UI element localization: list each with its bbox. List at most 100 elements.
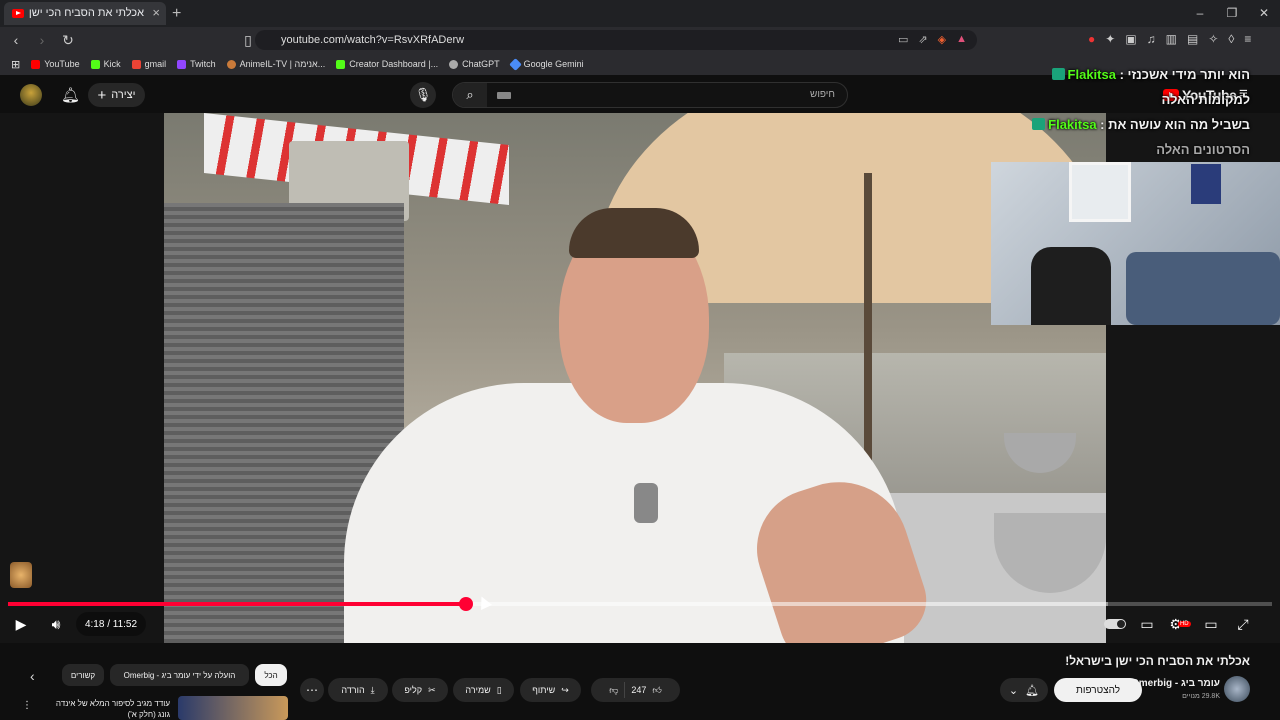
screenshot-icon[interactable]: ▣ (1125, 32, 1136, 46)
apps-grid-icon[interactable]: ⊞ (11, 58, 20, 71)
notifications-bell-icon[interactable]: 🔔︎ (61, 86, 80, 104)
window-controls: – ❐ ✕ (1184, 0, 1280, 27)
bookmark-animeil[interactable]: AnimeIL-TV | אנימה... (226, 59, 325, 69)
voice-search-icon[interactable]: 🎙︎ (410, 82, 436, 108)
toggle-knob (1104, 619, 1126, 629)
new-tab-icon[interactable]: + (172, 5, 181, 23)
chat-message-continuation: למקומות האלה (1161, 92, 1250, 107)
recommendation-menu-icon[interactable]: ⋮ (22, 700, 32, 711)
bookmark-kick[interactable]: Kick (90, 59, 121, 69)
media-icon[interactable]: ♫ (1147, 32, 1156, 46)
more-actions-icon[interactable]: ⋯ (300, 678, 324, 702)
bell-icon: 🔔︎ (1025, 684, 1040, 697)
extension-icons: ● ✦ ▣ ♫ ▥ ▤ ✧ ◊ ≡ (1088, 32, 1251, 46)
close-tab-icon[interactable]: × (152, 5, 160, 20)
minimize-icon[interactable]: – (1184, 0, 1216, 27)
lapel-mic (634, 483, 658, 523)
maximize-icon[interactable]: ❐ (1216, 0, 1248, 27)
subtitles-icon[interactable]: ▭ (1137, 612, 1157, 636)
bookmark-creator-dashboard[interactable]: Creator Dashboard |... (336, 59, 438, 69)
wallet-icon[interactable]: ▤ (1187, 32, 1198, 46)
autoplay-toggle[interactable] (1103, 612, 1127, 636)
menu-icon[interactable]: ≡ (1244, 32, 1251, 46)
chat-message-continuation: הסרטונים האלה (1156, 142, 1250, 157)
hair (569, 208, 699, 258)
bookmark-chatgpt[interactable]: ChatGPT (449, 59, 500, 69)
youtube-favicon-icon (12, 9, 24, 18)
notification-preferences-button[interactable]: ⌄ 🔔︎ (1000, 678, 1048, 702)
back-icon[interactable]: ‹ (6, 32, 26, 48)
search-input[interactable]: ⌕ חיפוש (452, 82, 848, 108)
url-text[interactable]: youtube.com/watch?v=RsvXRfADerw (281, 34, 464, 46)
sidebar-icon[interactable]: ▥ (1166, 32, 1177, 46)
bookmark-icon: ▯ (496, 684, 502, 695)
bookmark-gemini[interactable]: Google Gemini (508, 57, 584, 71)
browser-tab[interactable]: אכלתי את הסביח הכי ישן בישרא... × (4, 2, 166, 25)
brave-rewards-icon[interactable]: ▲ (956, 33, 967, 46)
theater-mode-icon[interactable]: ▭ (1201, 612, 1221, 636)
download-button[interactable]: ⤓ הורדה (328, 678, 388, 702)
reload-icon[interactable]: ↻ (58, 32, 78, 49)
search-icon[interactable]: ⌕ (453, 83, 487, 107)
search-placeholder: חיפוש (810, 89, 835, 100)
webcam-bed (1126, 252, 1280, 325)
chat-username: Flakitsa (1048, 117, 1097, 132)
forward-icon[interactable]: › (32, 32, 52, 48)
webcam-chair (1031, 247, 1111, 325)
subscribe-button[interactable]: להצטרפות (1054, 678, 1142, 702)
chat-badge-icon (1032, 118, 1046, 130)
bookmark-youtube[interactable]: YouTube (31, 59, 80, 69)
subscriber-count: 29.8K מנויים (1182, 693, 1220, 700)
play-button[interactable]: ▶ (10, 612, 32, 636)
chat-username: Flakitsa (1067, 67, 1116, 82)
video-title: אכלתי את הסביח הכי ישן בישראל! (1065, 654, 1250, 668)
chat-message: בשביל מה הוא עושה את : Flakitsa (1000, 112, 1250, 137)
chip-by-uploader[interactable]: הועלה על ידי עומר ביג - Omerbig (110, 664, 249, 686)
extensions-puzzle-icon[interactable]: ✦ (1105, 32, 1115, 46)
share-page-icon[interactable]: ⇗ (918, 33, 927, 46)
stream-chat-overlay: הוא יותר מידי אשכנזי : Flakitsa למקומות … (1000, 62, 1250, 162)
recommendation-thumbnail[interactable] (178, 696, 288, 720)
save-button[interactable]: ▯ שמירה (453, 678, 514, 702)
like-dislike-group[interactable]: 👍︎ 247 👎︎ (591, 678, 680, 702)
tab-title: אכלתי את הסביח הכי ישן בישרא... (28, 7, 144, 19)
browser-tab-bar: אכלתי את הסביח הכי ישן בישרא... × + – ❐ … (0, 0, 1280, 27)
account-avatar[interactable] (20, 84, 42, 106)
clip-button[interactable]: ✂ קליפ (392, 678, 448, 702)
chip-related[interactable]: קשורים (62, 664, 104, 686)
close-window-icon[interactable]: ✕ (1248, 0, 1280, 27)
volume-icon[interactable]: 🔊︎ (44, 612, 68, 636)
like-icon[interactable]: 👍︎ (652, 685, 661, 696)
channel-avatar[interactable] (1224, 676, 1250, 702)
keyboard-icon[interactable] (497, 92, 511, 99)
chat-message: הוא יותר מידי אשכנזי : Flakitsa (1000, 62, 1250, 87)
create-button[interactable]: יצירה + (88, 83, 145, 107)
brave-shield-icon[interactable]: ◈ (938, 33, 946, 46)
url-actions: ▭ ⇗ ◈ ▲ (898, 33, 967, 46)
like-count: 247 (631, 685, 647, 695)
download-icon: ⤓ (370, 684, 375, 695)
dislike-icon[interactable]: 👎︎ (609, 685, 618, 696)
plus-icon: + (97, 86, 107, 104)
divider (624, 682, 626, 698)
scrubber-handle[interactable] (459, 597, 474, 611)
hd-badge: HD (1177, 621, 1191, 627)
person (344, 208, 937, 643)
chevron-down-icon: ⌄ (1008, 684, 1019, 697)
progress-bar[interactable] (8, 602, 1272, 606)
recommendation-title[interactable]: עודד מגיב לסיפור המלא של אינדה גונג (חלק… (48, 698, 170, 720)
bookmark-twitch[interactable]: Twitch (177, 59, 216, 69)
bookmark-gmail[interactable]: gmail (131, 59, 166, 69)
extension-red-icon[interactable]: ● (1088, 32, 1095, 46)
cast-icon[interactable]: ▭ (898, 33, 908, 46)
video-frame (164, 113, 1114, 643)
share-button[interactable]: ↪ שיתוף (520, 678, 581, 702)
channel-name[interactable]: עומר ביג - Omerbig (1131, 678, 1220, 689)
url-box[interactable]: youtube.com/watch?v=RsvXRfADerw ▭ ⇗ ◈ ▲ (255, 30, 977, 50)
leo-icon[interactable]: ✧ (1208, 32, 1218, 46)
chevron-left-icon[interactable]: ‹ (30, 668, 35, 684)
settings-gear-icon[interactable]: ⚙ HD (1169, 612, 1191, 636)
fullscreen-icon[interactable]: ⤢ (1233, 612, 1253, 636)
vpn-icon[interactable]: ◊ (1228, 32, 1234, 46)
chip-all[interactable]: הכל (255, 664, 287, 686)
